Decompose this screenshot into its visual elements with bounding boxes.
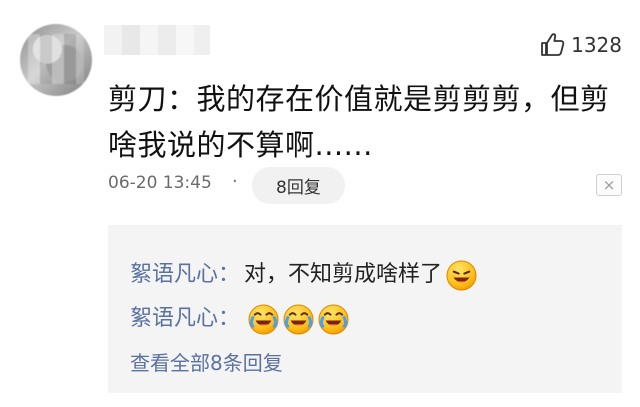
reply-count-button[interactable]: 8回复 [252,167,345,204]
reply-text: 对，不知剪成啥样了 [244,262,443,287]
meta-row: 06-20 13:45 · 8回复 × [108,166,622,208]
reply-user[interactable]: 絮语凡心 [130,308,218,330]
reply-colon: ： [218,262,241,287]
like-count: 1328 [571,33,622,57]
thumbs-up-icon[interactable] [539,32,565,58]
comment-timestamp: 06-20 13:45 [108,173,212,193]
crying-laughing-emoji-icon [283,303,314,335]
avatar[interactable] [20,24,92,96]
reply-colon: ： [218,306,241,331]
close-button[interactable]: × [596,174,622,196]
laughing-emoji-icon [446,259,477,291]
username-mosaic [104,25,210,55]
crying-laughing-emoji-icon [248,303,279,335]
reply-box: 絮语凡心 ： 对，不知剪成啥样了 絮语凡心 ： 查看全部8条回复 [108,225,622,393]
view-all-replies-link[interactable]: 查看全部8条回复 [130,353,283,373]
like-area[interactable]: 1328 [539,28,622,62]
comment-text: 剪刀：我的存在价值就是剪剪剪，但剪啥我说的不算啊...... [108,82,610,162]
reply-line: 絮语凡心 ： 对，不知剪成啥样了 [130,255,477,295]
reply-line: 絮语凡心 ： [130,299,349,339]
crying-laughing-emoji-icon [318,303,349,335]
reply-user[interactable]: 絮语凡心 [130,264,218,286]
meta-separator: · [232,171,238,192]
close-icon: × [602,175,616,194]
